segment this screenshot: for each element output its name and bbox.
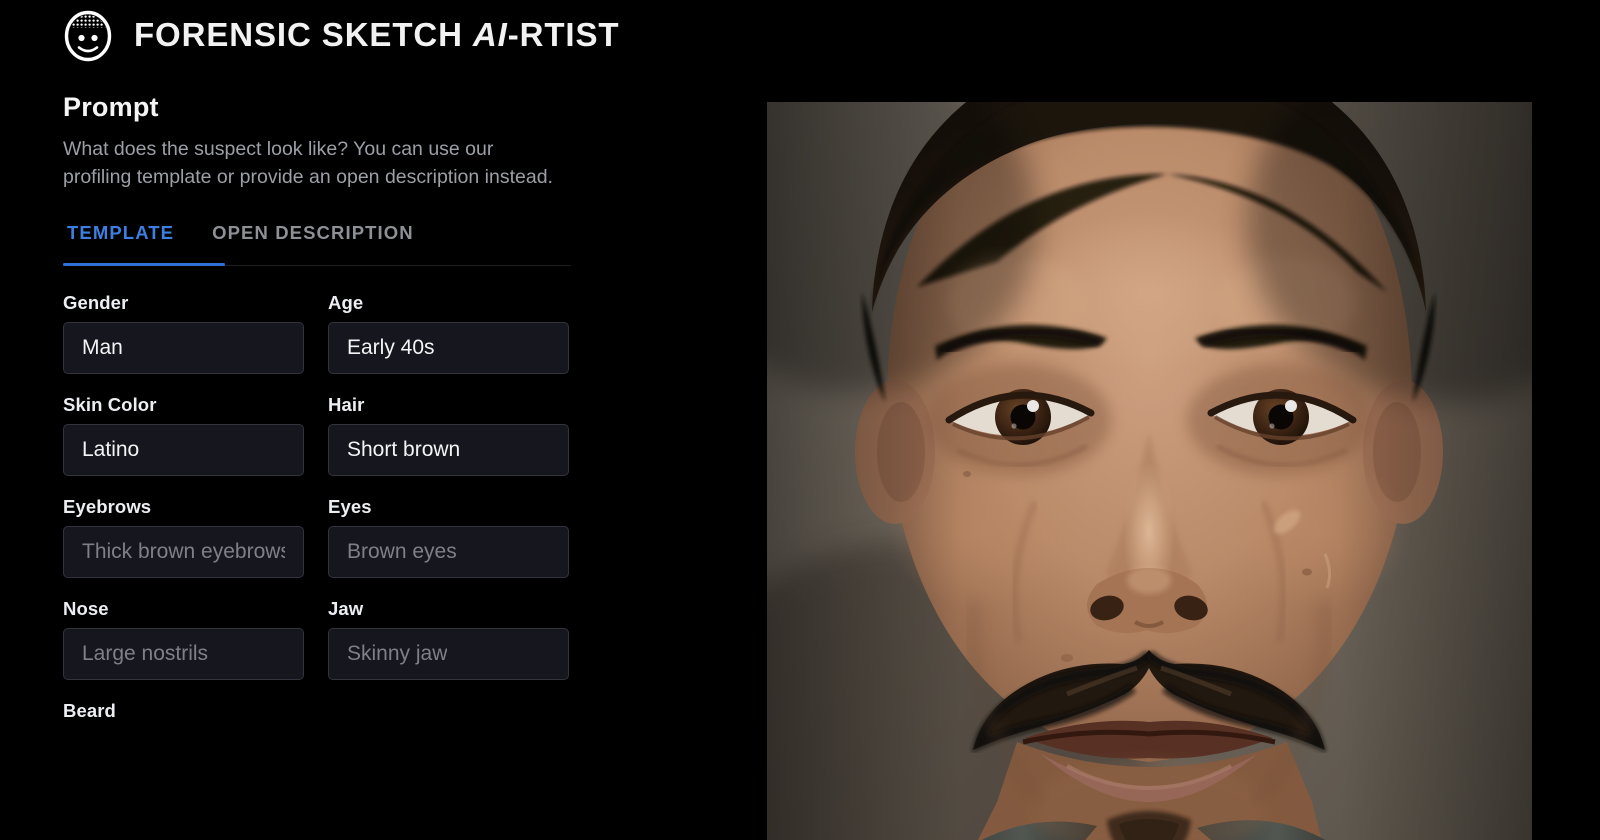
- face-sketch-logo-icon: [60, 7, 116, 63]
- app-title-suffix: -RTIST: [507, 16, 620, 53]
- field-eyes: Eyes Brown eyes: [328, 496, 569, 578]
- tab-template[interactable]: TEMPLATE: [63, 220, 178, 258]
- field-age: Age Early 40s: [328, 292, 569, 374]
- field-label-eyebrows: Eyebrows: [63, 495, 152, 517]
- nose-input[interactable]: Large nostrils: [63, 627, 304, 680]
- field-label-gender: Gender: [63, 291, 129, 313]
- field-skin-color: Skin Color Latino: [63, 394, 304, 476]
- app-header: FORENSIC SKETCH AI-RTIST: [60, 6, 619, 64]
- prompt-panel: Prompt What does the suspect look like? …: [63, 92, 573, 730]
- field-eyebrows: Eyebrows Thick brown eyebrows: [63, 496, 304, 578]
- nose-input-placeholder: Large nostrils: [82, 641, 209, 665]
- field-label-jaw: Jaw: [328, 597, 364, 619]
- tab-open-description[interactable]: OPEN DESCRIPTION: [208, 220, 418, 258]
- jaw-input[interactable]: Skinny jaw: [328, 627, 569, 680]
- field-gender: Gender Man: [63, 292, 304, 374]
- field-label-eyes: Eyes: [328, 495, 372, 517]
- generated-suspect-portrait: [767, 102, 1532, 840]
- prompt-description: What does the suspect look like? You can…: [63, 138, 553, 189]
- gender-input-value: Man: [82, 335, 123, 359]
- skin-color-input-value: Latino: [82, 437, 140, 461]
- prompt-tabs: TEMPLATE OPEN DESCRIPTION: [63, 220, 573, 266]
- field-jaw: Jaw Skinny jaw: [328, 598, 569, 680]
- skin-color-input[interactable]: Latino: [63, 423, 304, 476]
- field-hair: Hair Short brown: [328, 394, 569, 476]
- profiling-template-form: Gender Man Age Early 40s Skin Color Lati…: [63, 292, 573, 730]
- jaw-input-placeholder: Skinny jaw: [347, 641, 448, 665]
- page-title: Prompt: [63, 92, 159, 122]
- field-label-skin-color: Skin Color: [63, 393, 157, 415]
- age-input-value: Early 40s: [347, 335, 435, 359]
- app-title-ai: AI: [472, 16, 508, 53]
- field-nose: Nose Large nostrils: [63, 598, 304, 680]
- app-title: FORENSIC SKETCH AI-RTIST: [134, 16, 619, 54]
- age-input[interactable]: Early 40s: [328, 321, 569, 374]
- active-tab-indicator: [63, 262, 225, 266]
- hair-input[interactable]: Short brown: [328, 423, 569, 476]
- generated-portrait-panel: [767, 102, 1532, 840]
- hair-input-value: Short brown: [347, 437, 461, 461]
- field-label-beard: Beard: [63, 699, 116, 721]
- field-label-nose: Nose: [63, 597, 109, 619]
- app-title-main: FORENSIC SKETCH: [134, 16, 473, 53]
- eyebrows-input-placeholder: Thick brown eyebrows: [82, 539, 285, 563]
- app-root: FORENSIC SKETCH AI-RTIST Prompt What doe…: [0, 0, 1600, 840]
- field-label-age: Age: [328, 291, 364, 313]
- tab-strip: TEMPLATE OPEN DESCRIPTION: [63, 220, 573, 258]
- eyes-input[interactable]: Brown eyes: [328, 525, 569, 578]
- field-beard: Beard: [63, 700, 304, 730]
- field-label-hair: Hair: [328, 393, 365, 415]
- eyebrows-input[interactable]: Thick brown eyebrows: [63, 525, 304, 578]
- gender-input[interactable]: Man: [63, 321, 304, 374]
- eyes-input-placeholder: Brown eyes: [347, 539, 457, 563]
